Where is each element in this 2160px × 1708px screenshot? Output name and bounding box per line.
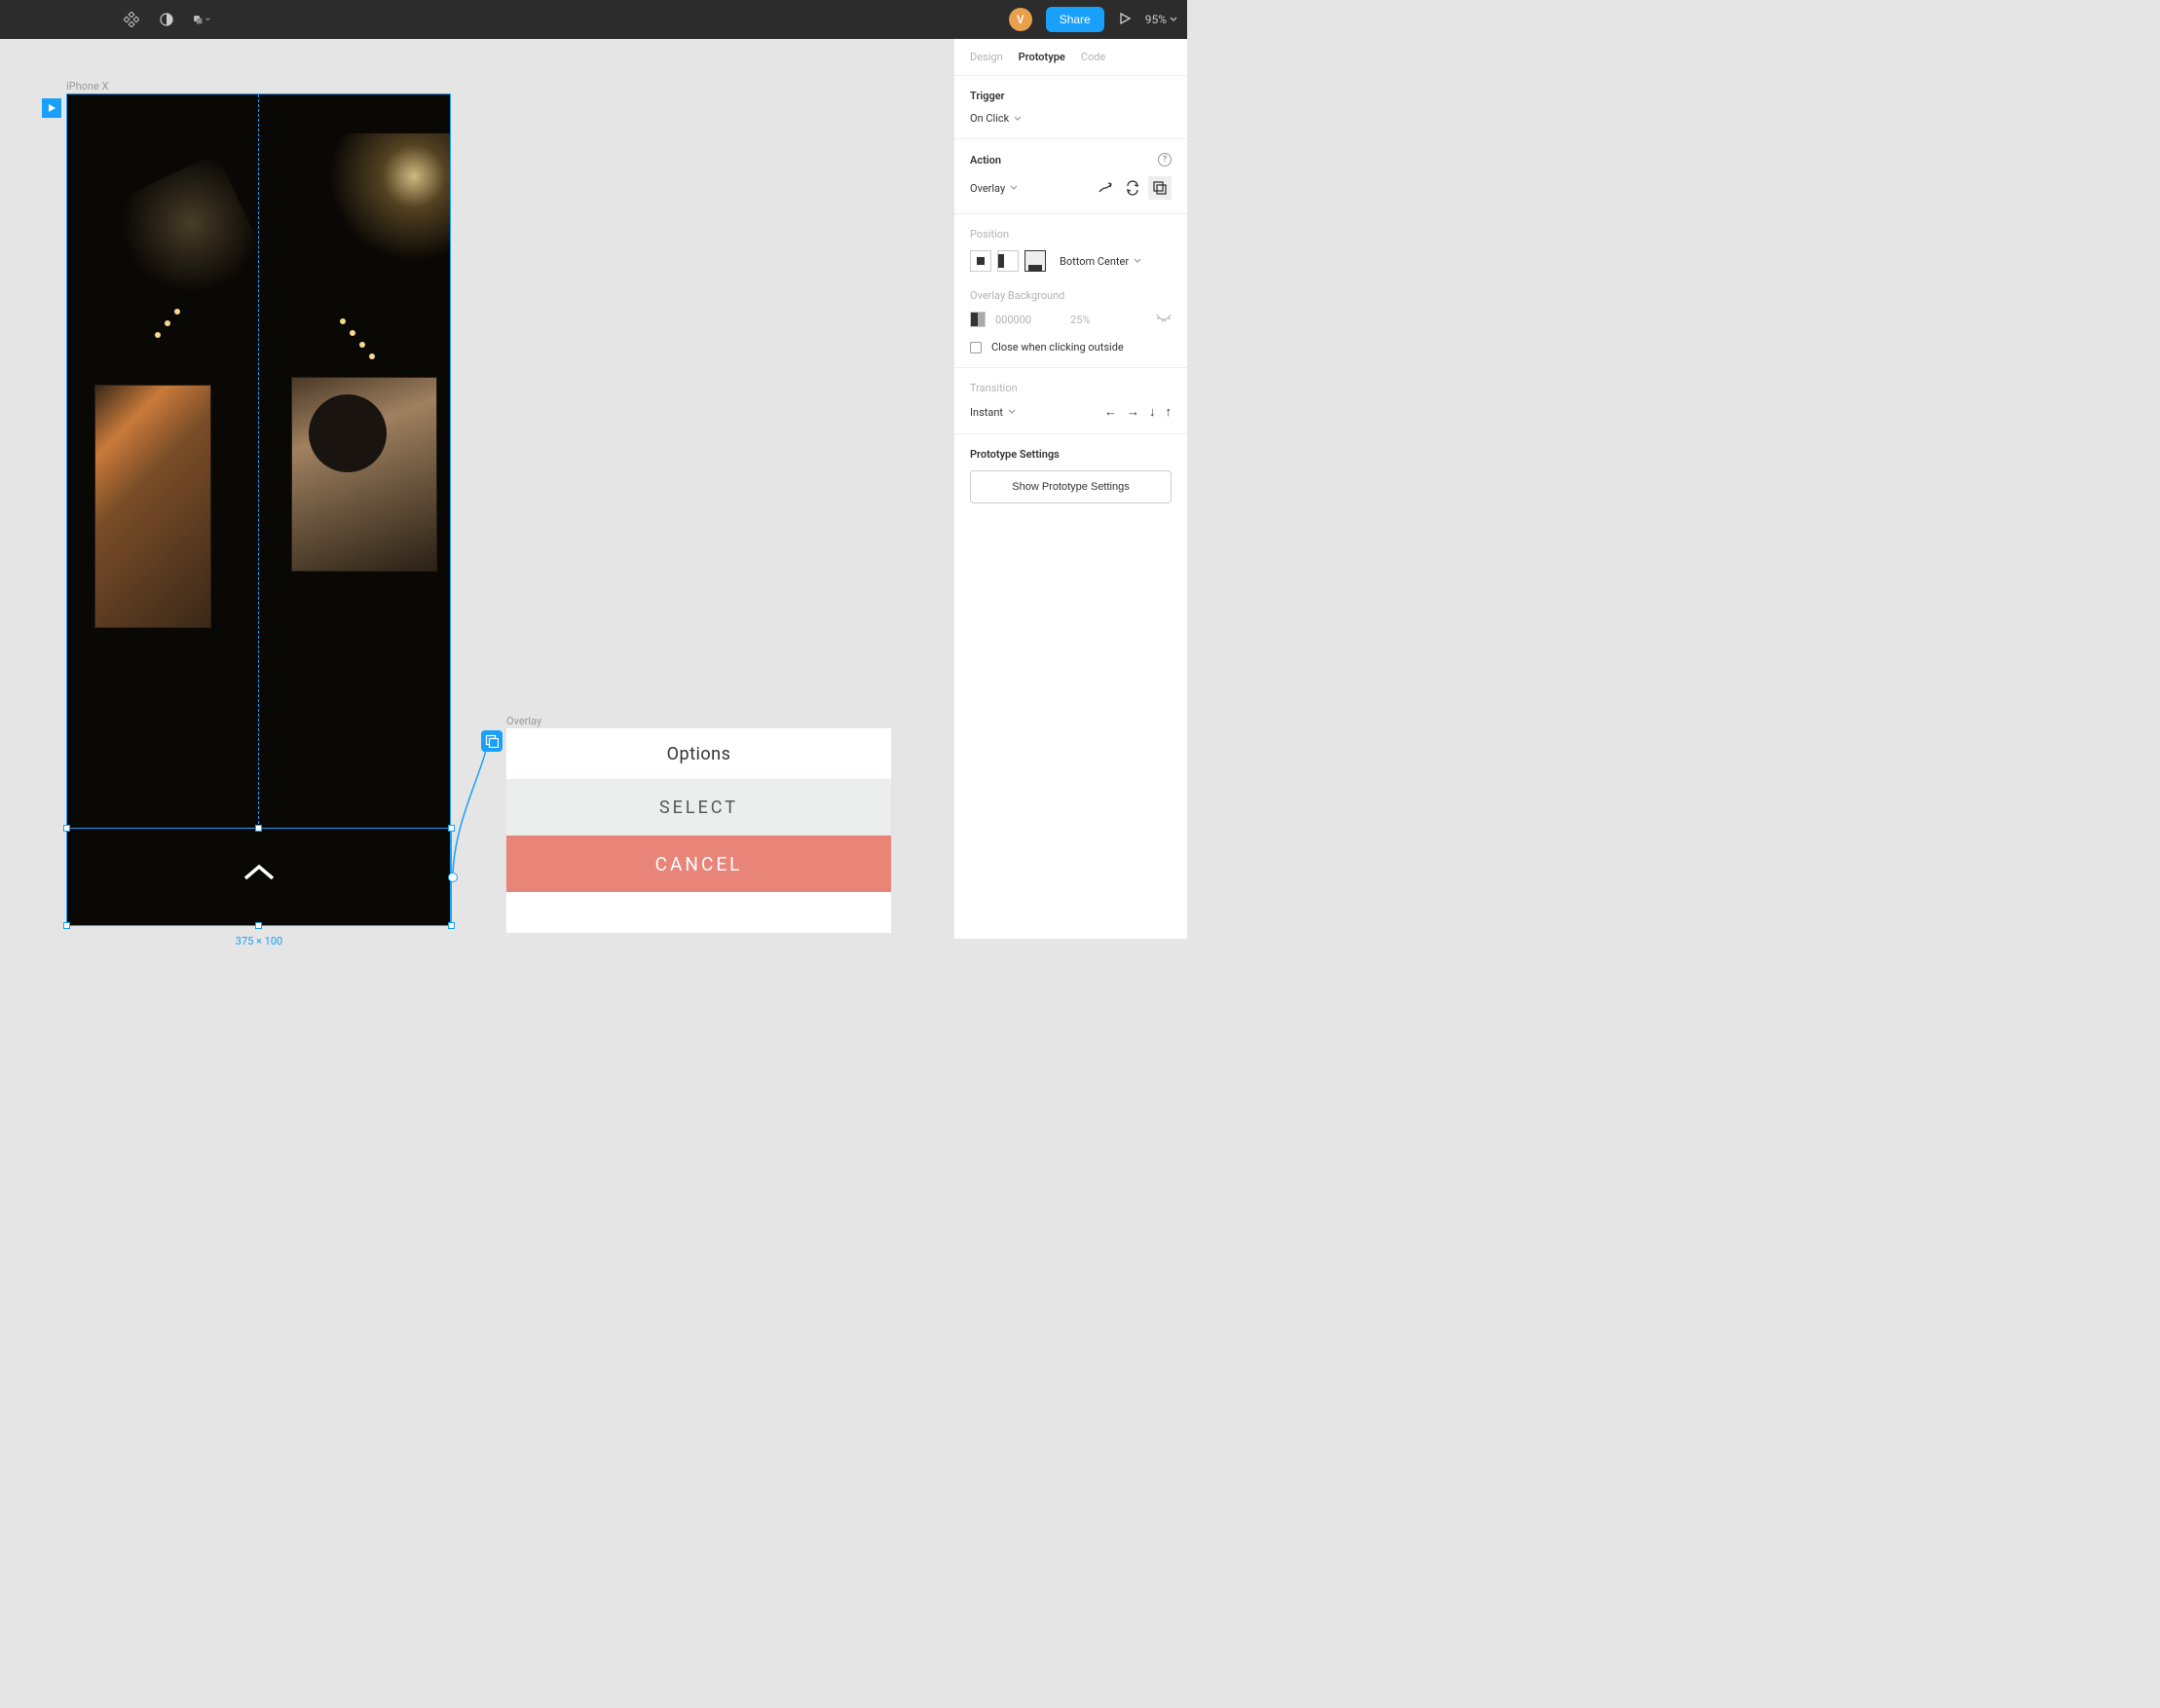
selection-handle[interactable]: [255, 922, 262, 929]
top-toolbar: V Share 95%: [0, 0, 1187, 39]
show-prototype-settings-button[interactable]: Show Prototype Settings: [970, 470, 1172, 503]
frame-label-iphone[interactable]: iPhone X: [66, 80, 108, 93]
direction-down-icon[interactable]: ↓: [1149, 404, 1156, 420]
section-transition: Transition Instant ← → ↓ ↑: [954, 368, 1187, 434]
selection-dimensions: 375 × 100: [66, 935, 452, 947]
close-outside-label: Close when clicking outside: [991, 341, 1124, 353]
section-action: Action ? Overlay: [954, 139, 1187, 214]
help-icon[interactable]: ?: [1158, 153, 1172, 167]
position-dropdown[interactable]: Bottom Center: [1060, 255, 1141, 268]
navigate-icon[interactable]: [1094, 176, 1117, 200]
action-dropdown[interactable]: Overlay: [970, 182, 1018, 195]
selection-rectangle[interactable]: [66, 828, 452, 926]
zoom-dropdown[interactable]: 95%: [1145, 13, 1177, 26]
transition-heading: Transition: [970, 382, 1172, 394]
overlay-bg-opacity[interactable]: 25%: [1070, 314, 1090, 326]
direction-up-icon[interactable]: ↑: [1166, 404, 1173, 420]
trigger-dropdown[interactable]: On Click: [970, 112, 1172, 125]
visibility-toggle-icon[interactable]: [1156, 314, 1172, 326]
share-button[interactable]: Share: [1046, 7, 1104, 32]
selection-handle[interactable]: [448, 922, 455, 929]
direction-left-icon[interactable]: ←: [1104, 404, 1117, 420]
mask-icon[interactable]: [158, 11, 175, 28]
tab-prototype[interactable]: Prototype: [1019, 51, 1065, 63]
overlay-bg-heading: Overlay Background: [970, 289, 1172, 302]
components-icon[interactable]: [123, 11, 140, 28]
selection-handle[interactable]: [255, 825, 262, 832]
direction-right-icon[interactable]: →: [1127, 404, 1139, 420]
panel-tabs: Design Prototype Code: [954, 39, 1187, 76]
boolean-icon[interactable]: [193, 11, 210, 28]
connection-node[interactable]: [448, 873, 458, 882]
selection-handle[interactable]: [448, 825, 455, 832]
canvas[interactable]: iPhone X: [0, 39, 953, 939]
frame-flow-start-icon[interactable]: [42, 98, 61, 118]
trigger-heading: Trigger: [970, 90, 1172, 102]
trigger-value: On Click: [970, 112, 1009, 125]
section-proto-settings: Prototype Settings Show Prototype Settin…: [954, 434, 1187, 517]
present-icon[interactable]: [1118, 11, 1132, 29]
position-bottom[interactable]: [1024, 250, 1046, 272]
swap-icon[interactable]: [1121, 176, 1144, 200]
overlay-icon[interactable]: [1148, 176, 1172, 200]
action-value: Overlay: [970, 182, 1005, 195]
overlay-bg-hex[interactable]: 000000: [995, 314, 1031, 326]
close-outside-checkbox[interactable]: [970, 342, 982, 353]
position-center[interactable]: [970, 250, 991, 272]
position-heading: Position: [970, 228, 1172, 241]
overlay-bg-swatch[interactable]: [970, 312, 986, 327]
frame-overlay[interactable]: Options SELECT CANCEL: [506, 728, 891, 933]
overlay-action-icon[interactable]: [481, 730, 503, 752]
selection-handle[interactable]: [63, 922, 70, 929]
alignment-guide-vertical: [258, 94, 259, 829]
section-trigger: Trigger On Click: [954, 76, 1187, 139]
position-value: Bottom Center: [1060, 255, 1129, 268]
action-heading: Action: [970, 154, 1001, 167]
frame-label-overlay[interactable]: Overlay: [506, 715, 541, 727]
overlay-cancel-button[interactable]: CANCEL: [506, 835, 891, 892]
tab-design[interactable]: Design: [970, 51, 1003, 63]
tab-code[interactable]: Code: [1081, 51, 1105, 63]
overlay-blank-area: [506, 892, 891, 933]
section-position: Position Bottom Center Overlay Backgroun…: [954, 214, 1187, 368]
user-avatar[interactable]: V: [1009, 8, 1032, 31]
zoom-value: 95%: [1145, 13, 1167, 26]
properties-panel: Design Prototype Code Trigger On Click A…: [953, 39, 1187, 939]
overlay-select-button[interactable]: SELECT: [506, 779, 891, 835]
prototype-connection[interactable]: [448, 734, 506, 880]
transition-dropdown[interactable]: Instant: [970, 406, 1016, 419]
overlay-title: Options: [506, 728, 891, 779]
position-left[interactable]: [997, 250, 1019, 272]
selection-handle[interactable]: [63, 825, 70, 832]
proto-settings-heading: Prototype Settings: [970, 448, 1172, 461]
transition-value: Instant: [970, 406, 1003, 419]
